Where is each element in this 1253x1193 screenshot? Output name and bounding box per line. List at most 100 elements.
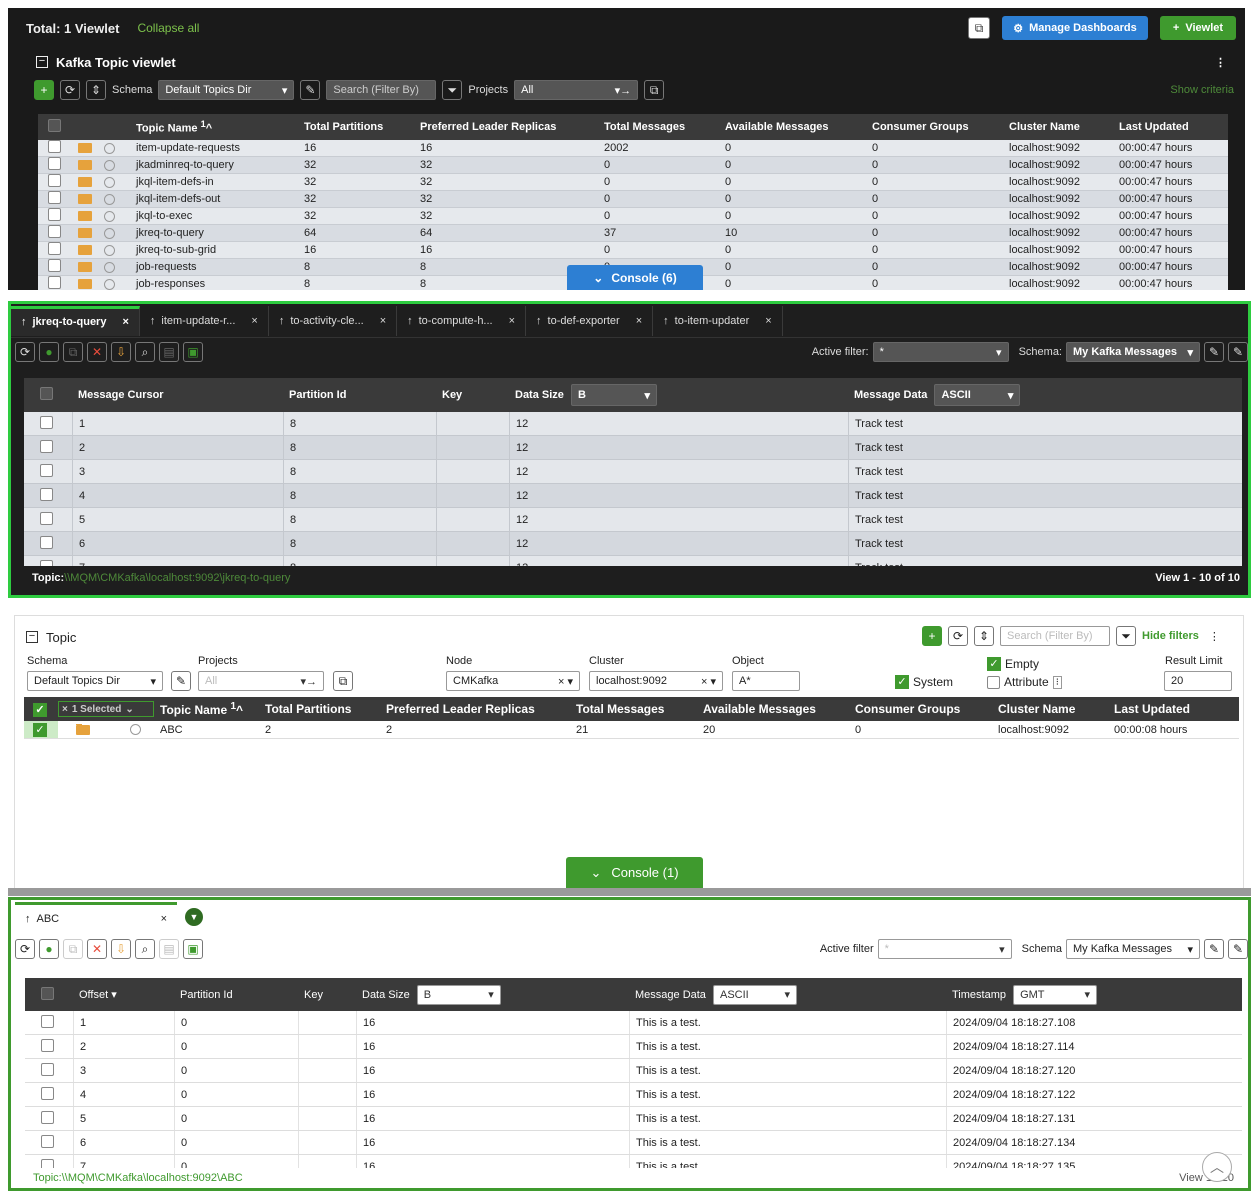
add-topic-icon[interactable]: + (922, 626, 942, 646)
row-checkbox[interactable] (48, 259, 61, 272)
refresh-icon[interactable]: ⟳ (948, 626, 968, 646)
col-partition-id[interactable]: Partition Id (283, 389, 436, 401)
row-checkbox[interactable] (40, 463, 53, 477)
col-last-updated[interactable]: Last Updated (1108, 702, 1223, 716)
table-row[interactable]: 78 12Track test (24, 556, 1242, 566)
copy-icon[interactable]: ⧉ (644, 80, 665, 100)
edit-schema-icon[interactable]: ✎ (1204, 342, 1224, 362)
sort-icon[interactable]: ⇕ (86, 80, 106, 100)
row-checkbox[interactable] (48, 140, 61, 153)
col-consumer-groups[interactable]: Consumer Groups (866, 121, 1003, 133)
col-key[interactable]: Key (298, 989, 356, 1001)
row-select-cell[interactable] (38, 276, 74, 290)
row-select-cell[interactable] (24, 463, 72, 480)
refresh-icon[interactable]: ⟳ (60, 80, 80, 100)
save-all-icon[interactable]: ▣ (183, 939, 203, 959)
clear-icon[interactable]: × ▾ (701, 675, 716, 688)
select-all-cell[interactable] (38, 119, 74, 135)
select-all-cell[interactable] (24, 387, 72, 403)
more-icon[interactable]: ⋮ (1209, 630, 1220, 643)
hide-filters-link[interactable]: Hide filters (1142, 630, 1199, 642)
tab-3[interactable]: ↑ to-compute-h... × (397, 305, 527, 336)
encoding-select[interactable]: ASCII ▾ (713, 984, 797, 1005)
collapse-icon[interactable]: − (36, 56, 48, 68)
sort-icon[interactable]: ⇕ (974, 626, 994, 646)
row-checkbox[interactable] (41, 1110, 54, 1124)
col-last-updated[interactable]: Last Updated (1113, 121, 1228, 133)
row-checkbox[interactable] (48, 157, 61, 170)
result-limit-input[interactable]: 20 (1164, 671, 1232, 691)
row-select-cell[interactable] (38, 242, 74, 258)
col-data-size[interactable]: Data Size B ▾ (356, 984, 629, 1005)
tab-1[interactable]: ↑ item-update-r... × (140, 305, 269, 336)
attribute-checkbox[interactable]: Attribute ⁝ (987, 675, 1062, 689)
row-select-cell[interactable] (25, 1134, 73, 1151)
row-checkbox[interactable] (40, 559, 53, 566)
save-all-icon[interactable]: ▣ (183, 342, 203, 362)
col-available-messages[interactable]: Available Messages (697, 702, 849, 716)
row-checkbox[interactable] (48, 242, 61, 255)
system-checkbox[interactable]: ✓ System (895, 675, 953, 689)
splitter[interactable] (8, 888, 1251, 896)
tab-2[interactable]: ↑ to-activity-cle... × (269, 305, 398, 336)
schema-select[interactable]: My Kafka Messages ▾ (1066, 342, 1200, 362)
filter-icon[interactable]: ⏷ (1116, 626, 1136, 646)
row-select-cell[interactable] (24, 439, 72, 456)
add-message-icon[interactable]: ● (39, 342, 59, 362)
clear-icon[interactable]: × ▾ (558, 675, 573, 688)
col-total-partitions[interactable]: Total Partitions (259, 702, 380, 716)
add-message-icon[interactable]: ● (39, 939, 59, 959)
col-topic-name[interactable]: Topic Name 1^ (130, 119, 298, 135)
row-checkbox[interactable] (41, 1038, 54, 1052)
row-checkbox[interactable] (40, 415, 53, 429)
row-checkbox[interactable] (48, 191, 61, 204)
col-total-partitions[interactable]: Total Partitions (298, 121, 414, 133)
table-row[interactable]: 5 0 16 This is a test. 2024/09/04 18:18:27.1… (25, 1107, 1242, 1131)
col-partition-id[interactable]: Partition Id (174, 989, 298, 1001)
col-message-data[interactable]: Message Data ASCII ▾ (629, 984, 946, 1005)
row-select-cell[interactable] (24, 535, 72, 552)
col-topic-name[interactable]: Topic Name 1^ (154, 701, 259, 717)
table-row[interactable]: jkreq-to-sub-grid 16 16 0 0 0 localhost:9092 00… (38, 242, 1228, 259)
table-row[interactable]: 2 0 16 This is a test. 2024/09/04 18:18:27.1… (25, 1035, 1242, 1059)
col-available-messages[interactable]: Available Messages (719, 121, 866, 133)
row-checkbox[interactable] (41, 1158, 54, 1168)
table-row[interactable]: jkreq-to-query 64 64 37 10 0 localhost:9092 00:… (38, 225, 1228, 242)
more-icon[interactable]: ⋮ (1215, 56, 1226, 69)
table-row[interactable]: jkadminreq-to-query 32 32 0 0 0 localhost:9092… (38, 157, 1228, 174)
copy-icon[interactable]: ⧉ (333, 671, 353, 691)
tab-0[interactable]: ↑ jkreq-to-query × (11, 305, 140, 336)
row-select-cell[interactable] (24, 511, 72, 528)
col-key[interactable]: Key (436, 389, 509, 401)
row-checkbox[interactable] (41, 1134, 54, 1148)
size-unit-select[interactable]: B ▾ (570, 384, 657, 406)
row-select-cell[interactable] (38, 259, 74, 275)
row-select-cell[interactable] (24, 415, 72, 432)
close-icon[interactable]: × (509, 315, 515, 327)
checkbox-checked-icon[interactable]: ✓ (33, 722, 47, 737)
collapse-icon[interactable]: − (26, 631, 38, 643)
select-all-cell[interactable] (25, 986, 73, 1003)
tab-4[interactable]: ↑ to-def-exporter × (526, 305, 654, 336)
select-all-cell[interactable]: ✓ (24, 702, 58, 717)
col-preferred-leader[interactable]: Preferred Leader Replicas (414, 121, 598, 133)
col-total-messages[interactable]: Total Messages (570, 702, 697, 716)
manage-dashboards-button[interactable]: ⚙ Manage Dashboards (1002, 16, 1148, 40)
table-row[interactable]: jkql-to-exec 32 32 0 0 0 localhost:9092 00:00:4… (38, 208, 1228, 225)
row-checkbox[interactable] (40, 487, 53, 501)
export-icon[interactable]: ⇩ (111, 939, 131, 959)
scroll-top-icon[interactable]: ︿ (1202, 1152, 1232, 1182)
active-filter-select[interactable]: * ▾ (872, 342, 1009, 362)
row-select-cell[interactable] (25, 1086, 73, 1103)
edit-schema-icon[interactable]: ✎ (300, 80, 321, 100)
delete-icon[interactable]: ✕ (87, 342, 107, 362)
row-select-cell[interactable] (25, 1038, 73, 1055)
table-row[interactable]: 5 8 12 Track test (24, 508, 1242, 532)
table-row[interactable]: 6 8 12 Track test (24, 532, 1242, 556)
table-row[interactable]: 3 0 16 This is a test. 2024/09/04 18:18:27.1… (25, 1059, 1242, 1083)
col-message-cursor[interactable]: Message Cursor (72, 389, 283, 401)
cluster-select[interactable]: localhost:9092 × ▾ (589, 671, 723, 691)
row-select-cell[interactable] (24, 487, 72, 504)
search-icon[interactable]: ⌕ (135, 939, 155, 959)
object-input[interactable]: A* (732, 671, 800, 691)
